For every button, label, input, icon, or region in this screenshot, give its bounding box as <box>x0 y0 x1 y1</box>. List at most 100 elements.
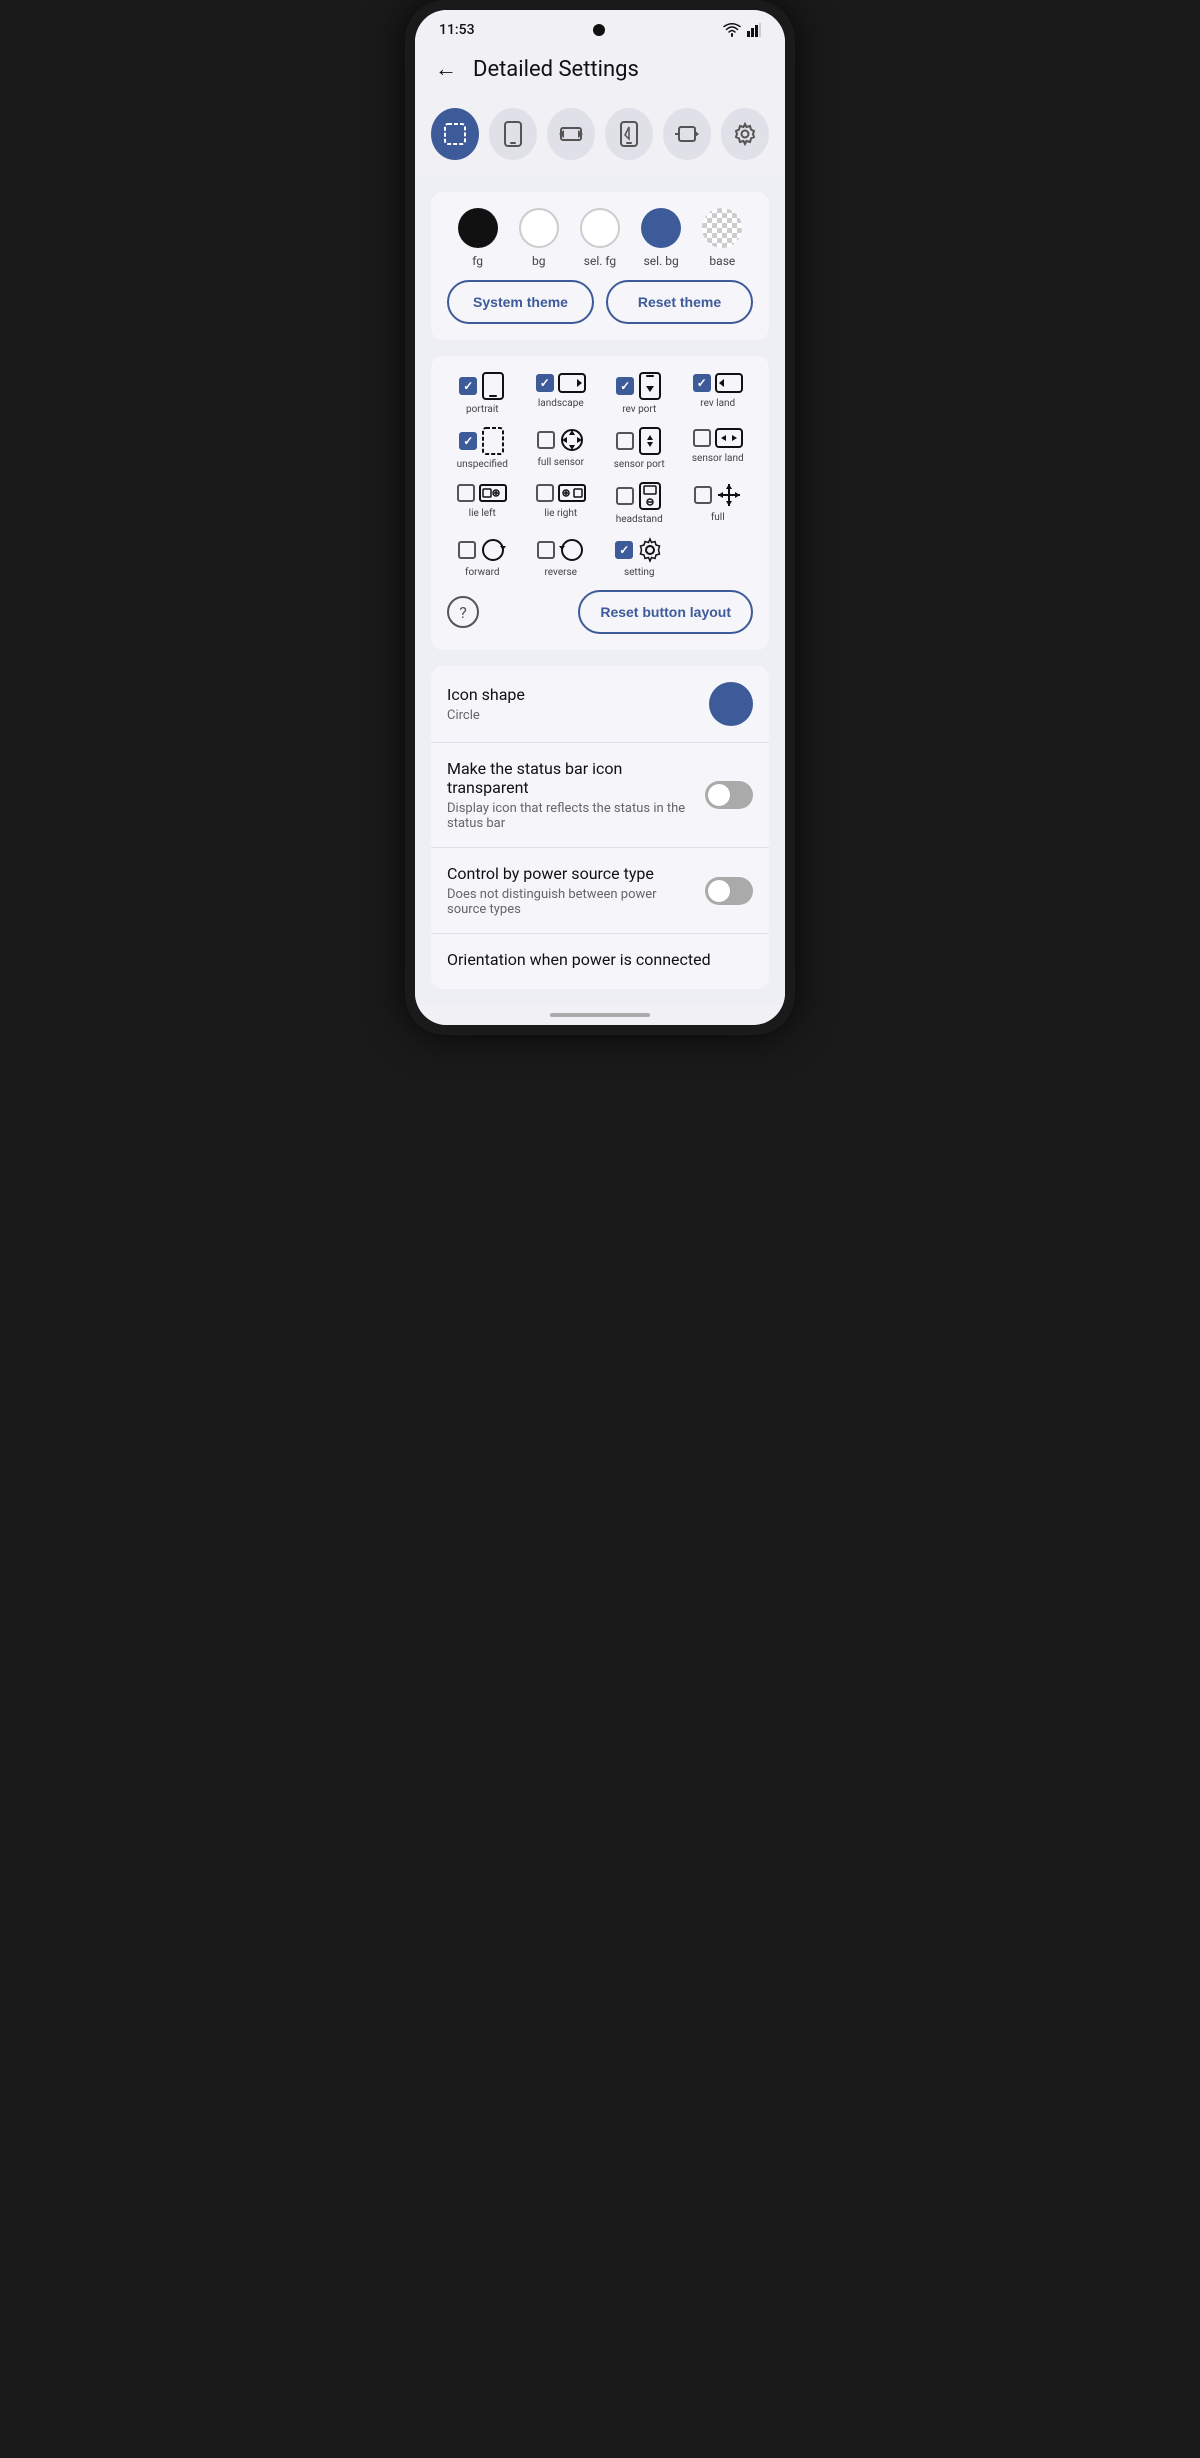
border-icon <box>442 121 468 147</box>
system-theme-button[interactable]: System theme <box>447 280 594 324</box>
orient-lie-right[interactable]: lie right <box>526 482 597 525</box>
sensor-port-label: sensor port <box>614 459 665 470</box>
setting-status-bar-transparent[interactable]: Make the status bar icon transparent Dis… <box>431 743 769 848</box>
reset-theme-button[interactable]: Reset theme <box>606 280 753 324</box>
rev-land-label: rev land <box>700 398 735 409</box>
checkbox-forward[interactable] <box>458 541 476 559</box>
orientation-row-2: unspecified <box>447 427 753 470</box>
settings-list: Icon shape Circle Make the status bar ic… <box>431 666 769 989</box>
orient-reverse[interactable]: reverse <box>526 537 597 578</box>
orient-forward[interactable]: forward <box>447 537 518 578</box>
color-sel-bg[interactable]: sel. bg <box>641 208 681 268</box>
rev-port-icon <box>638 372 662 400</box>
orient-headstand[interactable]: headstand <box>604 482 675 525</box>
status-time: 11:53 <box>439 22 475 38</box>
checkbox-landscape[interactable] <box>536 374 554 392</box>
checkbox-lie-left[interactable] <box>457 484 475 502</box>
checkbox-full-sensor[interactable] <box>537 431 555 449</box>
checkbox-rev-port[interactable] <box>616 377 634 395</box>
orient-full[interactable]: full <box>683 482 754 525</box>
color-fg[interactable]: fg <box>458 208 498 268</box>
power-source-text: Control by power source type Does not di… <box>447 864 693 917</box>
icon-shape-title: Icon shape <box>447 685 697 704</box>
lie-right-label: lie right <box>544 508 577 519</box>
orient-lie-left[interactable]: lie left <box>447 482 518 525</box>
rev-land-icon <box>715 372 743 394</box>
icon-shape-indicator <box>709 682 753 726</box>
reset-button-layout-button[interactable]: Reset button layout <box>578 590 753 634</box>
orientation-power-text: Orientation when power is connected <box>447 950 741 973</box>
orient-landscape[interactable]: landscape <box>526 372 597 415</box>
tab-border[interactable] <box>431 108 479 160</box>
tab-phone2[interactable] <box>605 108 653 160</box>
color-sel-fg[interactable]: sel. fg <box>580 208 620 268</box>
settings-icon <box>733 122 757 146</box>
phone-icon <box>502 121 524 147</box>
bg-label: bg <box>532 254 545 268</box>
rev-port-label: rev port <box>622 404 656 415</box>
orient-rev-port[interactable]: rev port <box>604 372 675 415</box>
checkbox-portrait[interactable] <box>459 377 477 395</box>
page-title: Detailed Settings <box>473 57 639 82</box>
tab-arrows[interactable] <box>547 108 595 160</box>
orient-sensor-land[interactable]: sensor land <box>683 427 754 470</box>
checkbox-full[interactable] <box>694 486 712 504</box>
checkbox-reverse[interactable] <box>537 541 555 559</box>
checkbox-lie-right[interactable] <box>536 484 554 502</box>
unspecified-icon <box>481 427 505 455</box>
status-bar-title: Make the status bar icon transparent <box>447 759 693 797</box>
setting-icon-shape[interactable]: Icon shape Circle <box>431 666 769 743</box>
checkbox-sensor-port[interactable] <box>616 432 634 450</box>
color-base[interactable]: base <box>702 208 742 268</box>
phone-screen: 11:53 ← D <box>415 10 785 1025</box>
sel-fg-circle <box>580 208 620 248</box>
tab-phone[interactable] <box>489 108 537 160</box>
tab-arrows2[interactable] <box>663 108 711 160</box>
landscape-icon <box>558 372 586 394</box>
orient-rev-land[interactable]: rev land <box>683 372 754 415</box>
icon-shape-text: Icon shape Circle <box>447 685 697 723</box>
setting-orient-icon <box>637 537 663 563</box>
orient-setting[interactable]: setting <box>604 537 675 578</box>
theme-section: fg bg sel. fg sel. bg <box>431 192 769 340</box>
orient-sensor-port[interactable]: sensor port <box>604 427 675 470</box>
orient-full-sensor[interactable]: full sensor <box>526 427 597 470</box>
fg-label: fg <box>472 254 483 268</box>
setting-orientation-power[interactable]: Orientation when power is connected <box>431 934 769 989</box>
checkbox-sensor-land[interactable] <box>693 429 711 447</box>
power-source-toggle[interactable] <box>705 877 753 905</box>
portrait-label: portrait <box>466 404 499 415</box>
unspecified-label: unspecified <box>457 459 508 470</box>
main-content: fg bg sel. fg sel. bg <box>415 176 785 1005</box>
fg-circle <box>458 208 498 248</box>
lie-left-label: lie left <box>469 508 496 519</box>
status-bar-toggle[interactable] <box>705 781 753 809</box>
checkbox-rev-land[interactable] <box>693 374 711 392</box>
orient-portrait[interactable]: portrait <box>447 372 518 415</box>
checkbox-setting[interactable] <box>615 541 633 559</box>
camera-notch <box>593 24 605 36</box>
help-button[interactable]: ? <box>447 596 479 628</box>
power-source-title: Control by power source type <box>447 864 693 883</box>
back-button[interactable]: ← <box>435 56 457 82</box>
landscape-label: landscape <box>538 398 584 409</box>
full-sensor-icon <box>559 427 585 453</box>
home-indicator <box>550 1013 650 1017</box>
checkbox-headstand[interactable] <box>616 487 634 505</box>
orientation-power-title: Orientation when power is connected <box>447 950 741 969</box>
color-bg[interactable]: bg <box>519 208 559 268</box>
bg-circle <box>519 208 559 248</box>
forward-label: forward <box>465 567 500 578</box>
base-circle <box>702 208 742 248</box>
status-bar: 11:53 <box>415 10 785 42</box>
setting-power-source[interactable]: Control by power source type Does not di… <box>431 848 769 934</box>
orient-unspecified[interactable]: unspecified <box>447 427 518 470</box>
lie-right-icon <box>558 482 586 504</box>
checkbox-unspecified[interactable] <box>459 432 477 450</box>
tab-settings[interactable] <box>721 108 769 160</box>
phone-frame: 11:53 ← D <box>405 0 795 1035</box>
orientation-row-4: forward reverse <box>447 537 753 578</box>
full-icon <box>716 482 742 508</box>
portrait-icon <box>481 372 505 400</box>
orientation-row-3: lie left <box>447 482 753 525</box>
